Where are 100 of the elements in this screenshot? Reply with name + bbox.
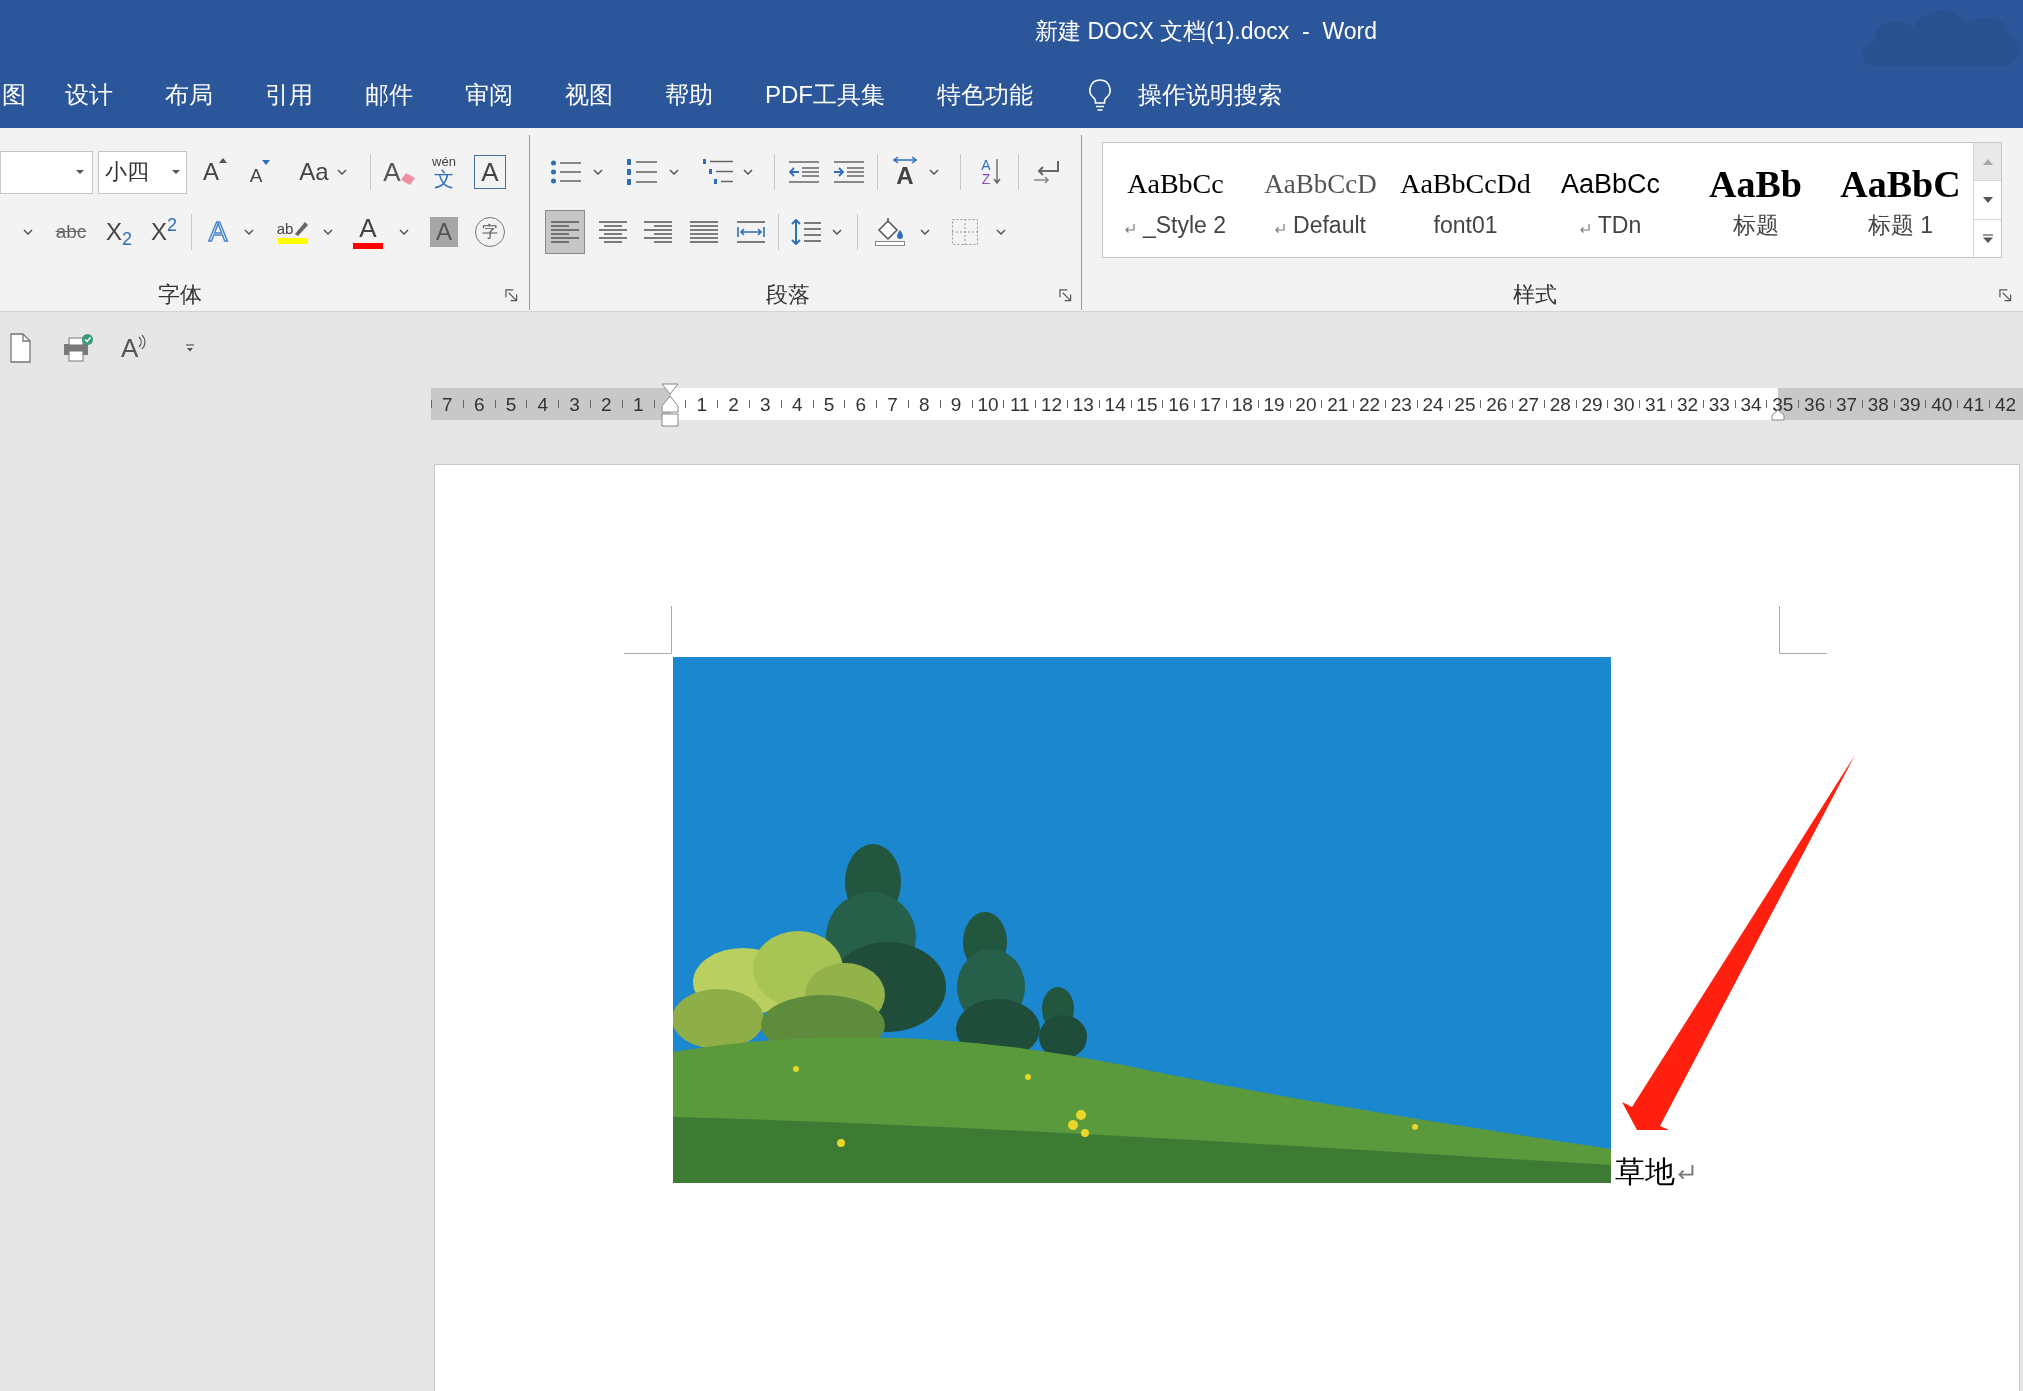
ruler-number: 11: [1009, 394, 1030, 414]
group-label: 样式: [1513, 284, 1557, 306]
ruler-number: 5: [823, 394, 835, 414]
font-color-button[interactable]: A: [350, 212, 386, 252]
printer-icon[interactable]: [63, 334, 93, 362]
ruler-number: 7: [887, 394, 898, 414]
search-field[interactable]: 操作说明搜索: [1138, 77, 1288, 113]
ruler-number: 4: [791, 394, 803, 414]
dropdown-arrow-icon: [76, 170, 84, 174]
corner-mark-icon: [1779, 606, 1827, 654]
pen-icon: [293, 220, 310, 236]
superscript-button[interactable]: X$^{2}$: [147, 212, 181, 252]
ruler-number: 19: [1263, 394, 1285, 414]
caret-down-icon: [323, 229, 333, 235]
sound-waves-icon: [138, 335, 147, 349]
increase-indent-icon: [834, 160, 864, 184]
strikethrough-button[interactable]: abc: [52, 212, 90, 252]
dialog-launcher-icon[interactable]: [1059, 288, 1072, 302]
subscript-button[interactable]: X$_{2}$: [102, 212, 136, 252]
caret-down-icon: [593, 169, 603, 175]
return-arrow-icon: [1033, 160, 1061, 184]
ruler-number: 5: [505, 394, 517, 414]
ruler-number: 18: [1231, 394, 1253, 414]
ribbon-tab[interactable]: 引用: [239, 62, 339, 128]
ruler-number: 36: [1804, 394, 1826, 414]
ruler-number: 40: [1931, 394, 1953, 414]
group-label: 字体: [158, 284, 202, 306]
ruler-number: 37: [1835, 394, 1858, 414]
ribbon-tab[interactable]: 布局: [139, 62, 239, 128]
ribbon-tab[interactable]: PDF工具集: [739, 62, 911, 128]
dialog-launcher-icon[interactable]: [505, 288, 518, 302]
style-button[interactable]: AaBb 标题: [1683, 143, 1828, 257]
style-button[interactable]: AaBbC 标题 1: [1828, 143, 1973, 257]
change-case-button[interactable]: Aa: [296, 152, 332, 192]
ruler-number: 8: [919, 394, 930, 414]
corner-mark-icon: [624, 606, 672, 654]
ruler-number: 6: [855, 394, 867, 414]
font-size-field[interactable]: 小四: [98, 150, 187, 194]
align-left-button[interactable]: [545, 210, 585, 254]
ruler-number: 15: [1136, 394, 1158, 414]
style-button[interactable]: AaBbCcDd font01: [1393, 143, 1538, 257]
caret-down-icon: [929, 169, 939, 175]
ribbon-tab[interactable]: 审阅: [439, 62, 539, 128]
ruler-number: 2: [601, 394, 612, 414]
character-border-button[interactable]: A: [474, 155, 506, 189]
read-aloud-button[interactable]: A: [121, 335, 147, 361]
style-button[interactable]: AaBbCc _Style 2: [1103, 143, 1248, 257]
ruler-number: 26: [1486, 394, 1508, 414]
ruler-number: 22: [1358, 394, 1381, 414]
phonetic-guide-button[interactable]: wén 文: [427, 152, 461, 192]
distributed-icon: [737, 220, 765, 244]
shrink-font-button[interactable]: A: [246, 152, 274, 192]
sort-button[interactable]: A Z: [975, 152, 1007, 192]
caret-down-icon: [996, 229, 1006, 235]
style-button[interactable]: AaBbCc TDn: [1538, 143, 1683, 257]
caret-down-icon: [920, 229, 930, 235]
align-center-icon: [599, 220, 627, 244]
ruler-number: 13: [1072, 394, 1094, 414]
ruler-number: 2: [728, 394, 739, 414]
ruler-number: 21: [1327, 394, 1349, 414]
ribbon-tab[interactable]: 图: [0, 62, 39, 128]
border-grid-icon: [952, 219, 978, 245]
clear-formatting-button[interactable]: A: [383, 152, 415, 192]
ruler-number: 10: [977, 394, 999, 414]
customize-toolbar-icon[interactable]: [185, 344, 196, 352]
eraser-icon: [400, 173, 415, 185]
dialog-launcher-icon[interactable]: [1999, 288, 2012, 302]
ruler-number: 32: [1676, 394, 1699, 414]
asian-layout-button[interactable]: A: [888, 152, 922, 192]
caret-down-icon: [832, 229, 842, 235]
ribbon-tab[interactable]: 帮助: [639, 62, 739, 128]
ruler-number: 23: [1390, 394, 1412, 414]
ruler-number: 25: [1454, 394, 1476, 414]
window-title: 新建 DOCX 文档(1).docx - Word: [1035, 19, 1378, 43]
indent-marker-icon[interactable]: [1771, 409, 1785, 421]
ribbon-tab[interactable]: 邮件: [339, 62, 439, 128]
ruler-number: 1: [632, 394, 644, 414]
grow-font-button[interactable]: A: [200, 152, 230, 192]
ribbon-tab[interactable]: 特色功能: [911, 62, 1059, 128]
triangle-down-icon: [1982, 197, 1993, 203]
style-button[interactable]: AaBbCcD Default: [1248, 143, 1393, 257]
bullet-list-icon: [551, 160, 581, 184]
font-name-field[interactable]: [0, 150, 93, 194]
highlight-button[interactable]: ab: [273, 212, 313, 252]
caret-down-icon: [23, 229, 33, 235]
ruler-number: 35: [1772, 394, 1794, 414]
ruler-number: 7: [442, 394, 453, 414]
ribbon-tab[interactable]: 设计: [39, 62, 139, 128]
ruler-number: 30: [1613, 394, 1635, 414]
new-document-icon[interactable]: [10, 333, 31, 363]
ribbon-tab[interactable]: 视图: [539, 62, 639, 128]
ruler-number: 31: [1645, 394, 1667, 414]
justify-icon: [690, 220, 718, 244]
caret-down-icon: [244, 229, 254, 235]
ruler-number: 16: [1168, 394, 1190, 414]
indent-marker-icon[interactable]: [661, 383, 679, 427]
align-right-icon: [644, 220, 672, 244]
line-spacing-icon: [791, 219, 821, 245]
double-arrow-icon: [893, 156, 917, 164]
ruler-number: 3: [569, 394, 580, 414]
